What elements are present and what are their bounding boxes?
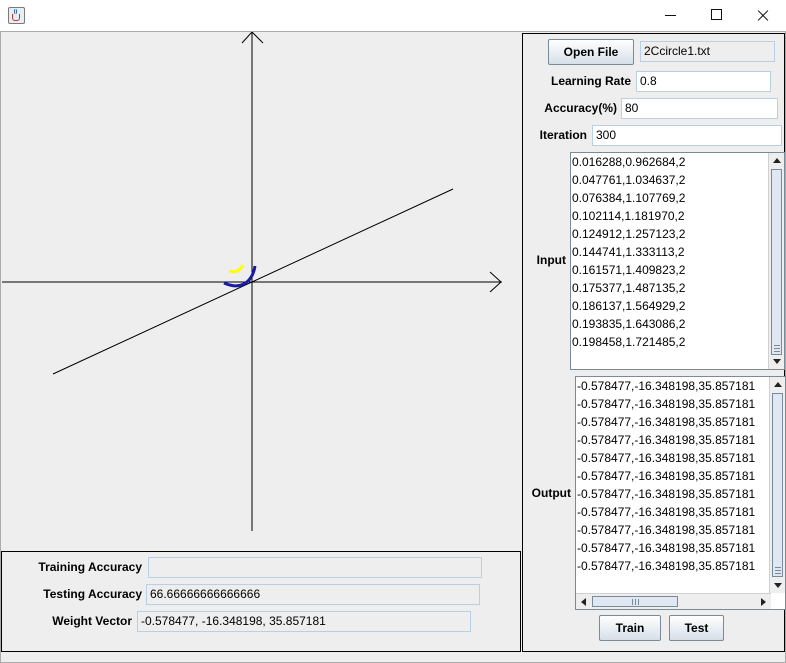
list-item[interactable]: -0.578477,-16.348198,35.857181 xyxy=(577,503,755,521)
list-item[interactable]: 0.186137,1.564929,2 xyxy=(572,297,685,315)
list-item[interactable]: -0.578477,-16.348198,35.857181 xyxy=(577,377,755,395)
list-item[interactable]: -0.578477,-16.348198,35.857181 xyxy=(577,539,755,557)
testing-accuracy-field: 66.66666666666666 xyxy=(146,584,480,605)
test-button[interactable]: Test xyxy=(669,615,724,641)
file-name-field: 2Ccircle1.txt xyxy=(640,41,775,62)
input-label: Input xyxy=(536,253,566,267)
input-vertical-scrollbar[interactable] xyxy=(768,153,784,369)
list-item[interactable]: 0.161571,1.409823,2 xyxy=(572,261,685,279)
list-item[interactable]: -0.578477,-16.348198,35.857181 xyxy=(577,521,755,539)
weight-vector-field: -0.578477, -16.348198, 35.857181 xyxy=(137,611,471,632)
list-item[interactable]: -0.578477,-16.348198,35.857181 xyxy=(577,431,755,449)
train-button[interactable]: Train xyxy=(599,615,661,641)
output-list[interactable]: -0.578477,-16.348198,35.857181 -0.578477,… xyxy=(575,376,786,610)
scroll-left-icon[interactable] xyxy=(576,594,592,609)
minimize-icon[interactable] xyxy=(648,0,694,31)
testing-accuracy-label: Testing Accuracy xyxy=(43,587,142,601)
stats-panel: Training Accuracy Testing Accuracy 66.66… xyxy=(1,551,521,652)
list-item[interactable]: -0.578477,-16.348198,35.857181 xyxy=(577,467,755,485)
list-item[interactable]: -0.578477,-16.348198,35.857181 xyxy=(577,485,755,503)
list-item[interactable]: 0.016288,0.962684,2 xyxy=(572,153,685,171)
list-item[interactable]: -0.578477,-16.348198,35.857181 xyxy=(577,557,755,575)
scroll-up-icon[interactable] xyxy=(769,153,784,169)
list-item[interactable]: 0.076384,1.107769,2 xyxy=(572,189,685,207)
input-list[interactable]: 0.016288,0.962684,2 0.047761,1.034637,2 0.… xyxy=(570,152,785,370)
iteration-input[interactable]: 300 xyxy=(592,125,782,146)
scroll-up-icon[interactable] xyxy=(770,377,785,393)
output-vertical-scrollbar[interactable] xyxy=(769,377,785,593)
window-content: Training Accuracy Testing Accuracy 66.66… xyxy=(0,31,786,663)
weight-vector-label: Weight Vector xyxy=(52,614,132,628)
scroll-down-icon[interactable] xyxy=(770,577,785,593)
close-icon[interactable] xyxy=(740,0,786,31)
training-accuracy-field xyxy=(148,557,482,578)
list-item[interactable]: 0.198458,1.721485,2 xyxy=(572,333,685,351)
list-item[interactable]: 0.047761,1.034637,2 xyxy=(572,171,685,189)
list-item[interactable]: -0.578477,-16.348198,35.857181 xyxy=(577,413,755,431)
scroll-thumb[interactable] xyxy=(771,169,782,355)
output-horizontal-scrollbar[interactable] xyxy=(576,593,771,609)
iteration-label: Iteration xyxy=(539,128,587,142)
scroll-thumb[interactable] xyxy=(592,596,678,607)
list-item[interactable]: -0.578477,-16.348198,35.857181 xyxy=(577,395,755,413)
list-item[interactable]: 0.175377,1.487135,2 xyxy=(572,279,685,297)
maximize-icon[interactable] xyxy=(694,0,740,31)
learning-rate-input[interactable]: 0.8 xyxy=(636,71,771,92)
list-item[interactable]: -0.578477,-16.348198,35.857181 xyxy=(577,449,755,467)
learning-rate-label: Learning Rate xyxy=(550,74,631,88)
class-2-points xyxy=(228,264,245,274)
list-item[interactable]: 0.124912,1.257123,2 xyxy=(572,225,685,243)
output-label: Output xyxy=(531,486,571,500)
training-accuracy-label: Training Accuracy xyxy=(38,560,142,574)
list-item[interactable]: 0.102114,1.181970,2 xyxy=(572,207,685,225)
list-item[interactable]: 0.193835,1.643086,2 xyxy=(572,315,685,333)
title-bar xyxy=(0,0,786,31)
java-cup-icon[interactable] xyxy=(8,7,25,24)
scroll-down-icon[interactable] xyxy=(769,353,784,369)
accuracy-input[interactable]: 80 xyxy=(621,98,778,119)
plot-canvas xyxy=(2,32,521,551)
scroll-right-icon[interactable] xyxy=(755,594,771,609)
list-item[interactable]: 0.144741,1.333113,2 xyxy=(572,243,685,261)
control-panel: Open File 2Ccircle1.txt Learning Rate 0.… xyxy=(522,33,786,652)
accuracy-label: Accuracy(%) xyxy=(544,101,617,115)
scroll-thumb[interactable] xyxy=(772,393,783,577)
open-file-button[interactable]: Open File xyxy=(548,39,634,65)
